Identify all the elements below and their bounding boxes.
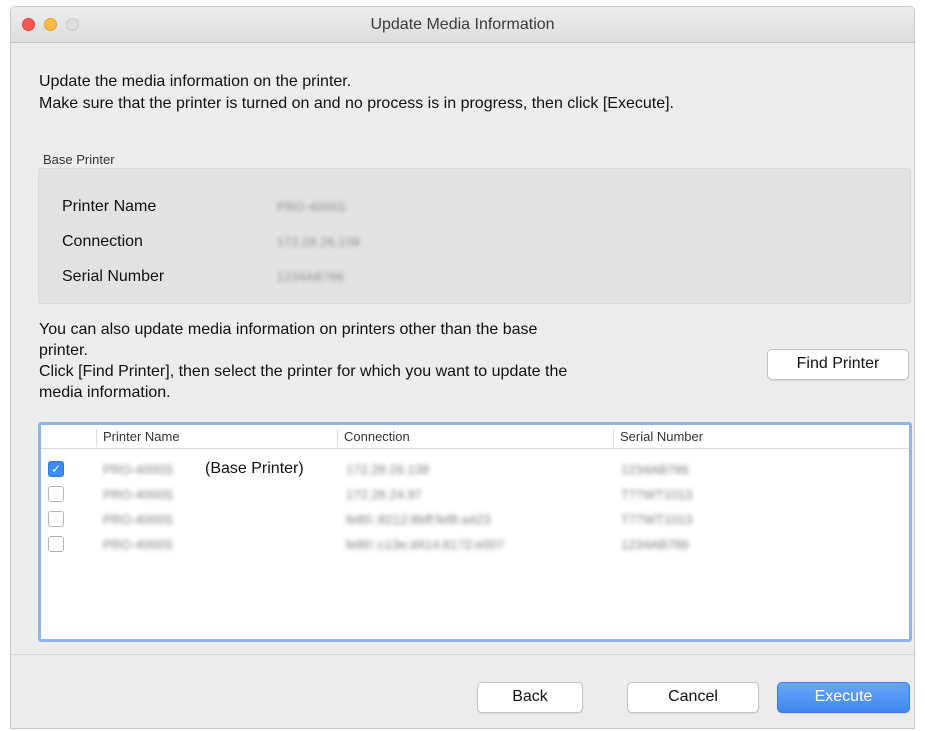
title-bar[interactable]: Update Media Information — [11, 7, 914, 43]
other-printers-text: You can also update media information on… — [39, 319, 719, 403]
row-serial-number: 1234AB786 — [621, 462, 689, 477]
window-title: Update Media Information — [370, 16, 555, 33]
find-printer-button[interactable]: Find Printer — [767, 349, 909, 380]
other-printers-line-4: media information. — [39, 384, 171, 401]
printer-name-value: PRO-4000S — [277, 200, 347, 214]
printer-row[interactable]: PRO-4000S fe80::8212:8bff:fef8:a423 T77W… — [41, 509, 909, 531]
row-connection: 172.28.24.97 — [346, 487, 422, 502]
serial-number-value: 1234AB786 — [277, 270, 345, 284]
printer-list-header: Printer Name Connection Serial Number — [41, 425, 909, 449]
connection-label: Connection — [62, 233, 143, 250]
connection-value: 172.28.26.138 — [277, 235, 361, 249]
column-header-connection[interactable]: Connection — [337, 429, 410, 447]
intro-text: Update the media information on the prin… — [39, 71, 674, 115]
other-printers-line-3: Click [Find Printer], then select the pr… — [39, 363, 568, 380]
row-connection: fe80::c13e:d414:8172:e007 — [346, 537, 505, 552]
intro-line-1: Update the media information on the prin… — [39, 73, 352, 90]
base-printer-group-label: Base Printer — [43, 152, 115, 167]
printer-row[interactable]: ✓ PRO-4000S (Base Printer) 172.28.26.138… — [41, 459, 909, 481]
execute-button[interactable]: Execute — [777, 682, 910, 713]
row-serial-number: T77WT1013 — [621, 512, 693, 527]
back-button[interactable]: Back — [477, 682, 583, 713]
row-printer-name: PRO-4000S — [103, 512, 174, 527]
other-printers-line-2: printer. — [39, 342, 88, 359]
printer-list[interactable]: Printer Name Connection Serial Number ✓ … — [38, 422, 912, 642]
row-printer-name: PRO-4000S — [103, 487, 174, 502]
column-header-printer-name[interactable]: Printer Name — [96, 429, 180, 447]
row-connection: 172.28.26.138 — [346, 462, 430, 477]
footer-divider — [11, 654, 914, 655]
intro-line-2: Make sure that the printer is turned on … — [39, 95, 674, 112]
other-printers-line-1: You can also update media information on… — [39, 321, 538, 338]
row-printer-name: PRO-4000S — [103, 537, 174, 552]
row-connection: fe80::8212:8bff:fef8:a423 — [346, 512, 491, 527]
row-printer-name: PRO-4000S — [103, 462, 174, 477]
dialog-window: Update Media Information Update the medi… — [10, 6, 915, 729]
checkmark-icon: ✓ — [50, 462, 62, 476]
printer-row[interactable]: PRO-4000S 172.28.24.97 T77WT1013 — [41, 484, 909, 506]
row-checkbox[interactable]: ✓ — [48, 461, 64, 477]
base-printer-group: Printer Name PRO-4000S Connection 172.28… — [38, 168, 911, 304]
row-checkbox[interactable] — [48, 536, 64, 552]
base-printer-tag: (Base Printer) — [205, 460, 304, 477]
serial-number-label: Serial Number — [62, 268, 165, 285]
row-serial-number: T77WT1013 — [621, 487, 693, 502]
column-header-serial-number[interactable]: Serial Number — [613, 429, 703, 447]
row-serial-number: 1234AB786 — [621, 537, 689, 552]
printer-name-label: Printer Name — [62, 198, 157, 215]
printer-row[interactable]: PRO-4000S fe80::c13e:d414:8172:e007 1234… — [41, 534, 909, 556]
row-checkbox[interactable] — [48, 511, 64, 527]
cancel-button[interactable]: Cancel — [627, 682, 759, 713]
row-checkbox[interactable] — [48, 486, 64, 502]
